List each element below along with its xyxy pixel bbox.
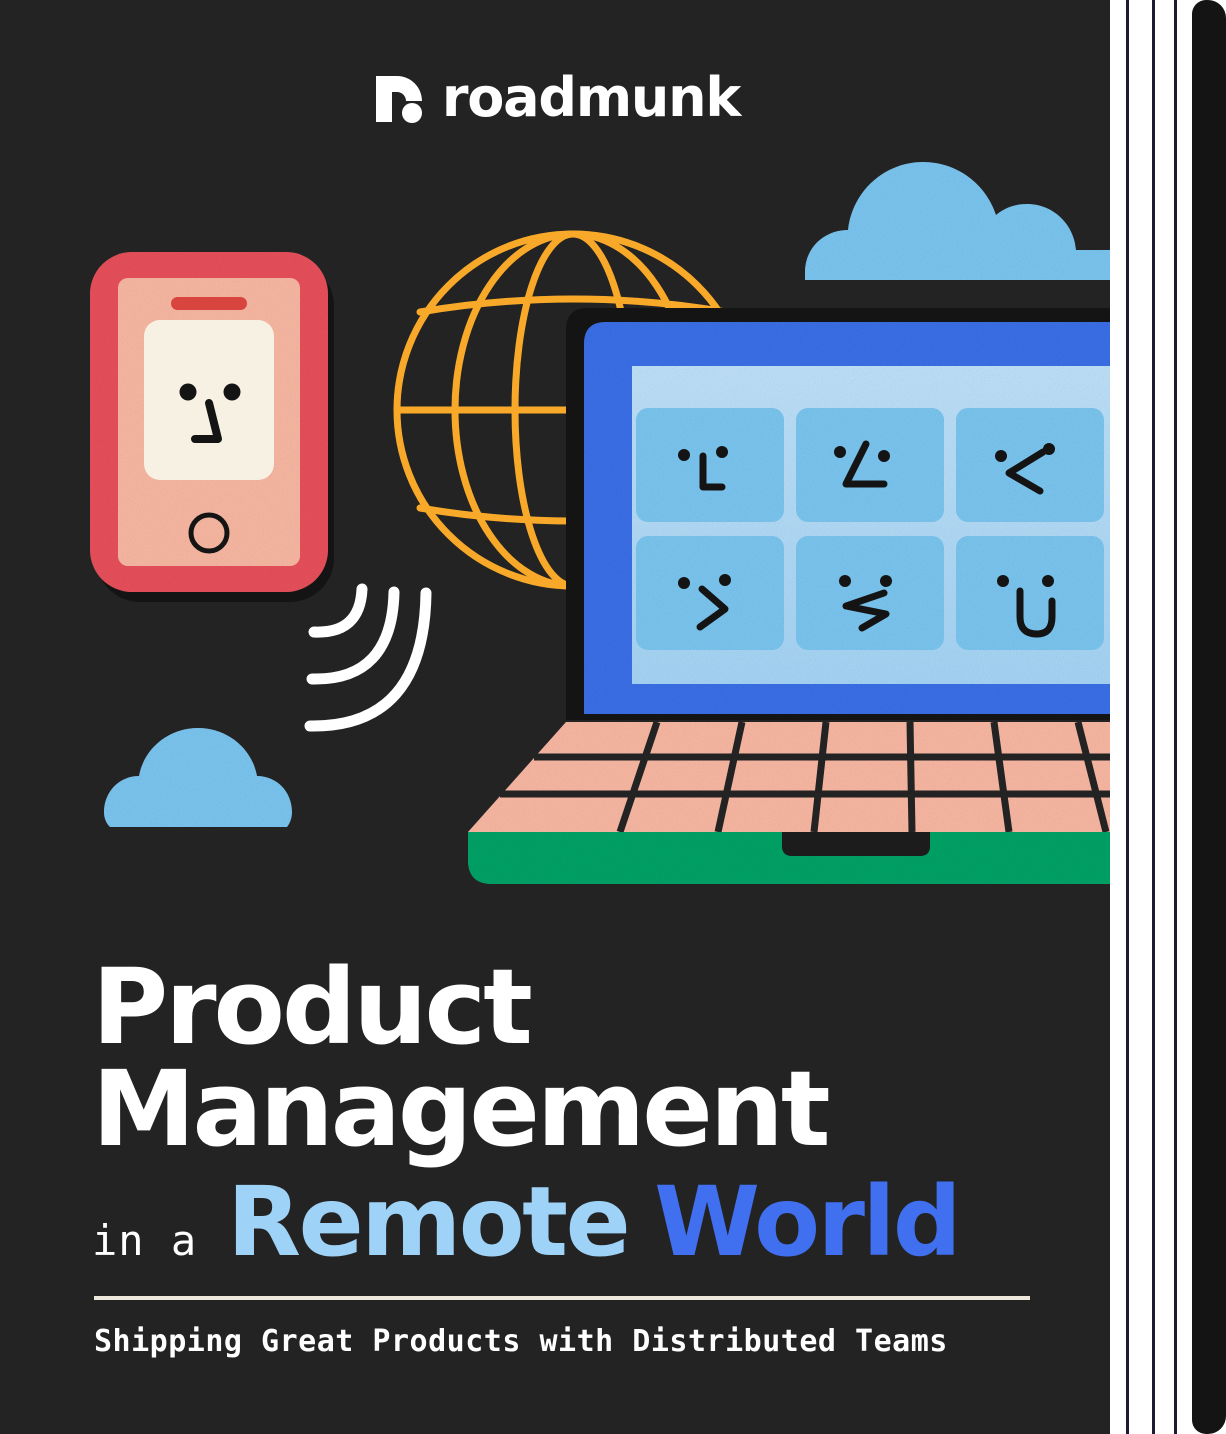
laptop-front-notch (782, 832, 930, 856)
title-divider (94, 1296, 1030, 1300)
laptop-keyboard (468, 722, 1110, 832)
page-edge-line (1152, 0, 1155, 1434)
cover-title-block: Product Management in a Remote World (92, 946, 1042, 1270)
cover-illustration (0, 0, 1110, 940)
laptop-illustration (468, 308, 1110, 884)
roadmunk-mark-icon (375, 76, 422, 123)
book-spine (1192, 0, 1226, 1434)
page-edge-line (1126, 0, 1129, 1434)
title-accent-world: World (654, 1165, 961, 1278)
title-prefix: in a (92, 1215, 198, 1265)
brand-logo: roadmunk (0, 70, 1110, 126)
cloud-large-top-right (805, 162, 1110, 280)
title-accent-remote: Remote (227, 1165, 631, 1278)
smartphone-illustration (90, 252, 334, 602)
cover-front-panel: roadmunk Product Management in a Remote … (0, 0, 1110, 1434)
cover-subtitle: Shipping Great Products with Distributed… (94, 1324, 948, 1359)
title-line-1: Product (92, 946, 533, 1068)
page-edge-line (1174, 0, 1177, 1434)
phone-speaker (171, 297, 247, 310)
video-tile (956, 408, 1104, 522)
page-edge-stack (1110, 0, 1192, 1434)
title-line-2: Management (92, 1047, 831, 1170)
cloud-small-bottom-left (104, 728, 292, 827)
video-tile (796, 536, 944, 650)
video-tile (796, 408, 944, 522)
ebook-cover: roadmunk Product Management in a Remote … (0, 0, 1226, 1434)
brand-wordmark: roadmunk (441, 66, 741, 129)
video-tile (636, 408, 784, 522)
wifi-signal-arcs (304, 583, 432, 732)
title-line-3: in a Remote World (92, 1174, 1042, 1270)
